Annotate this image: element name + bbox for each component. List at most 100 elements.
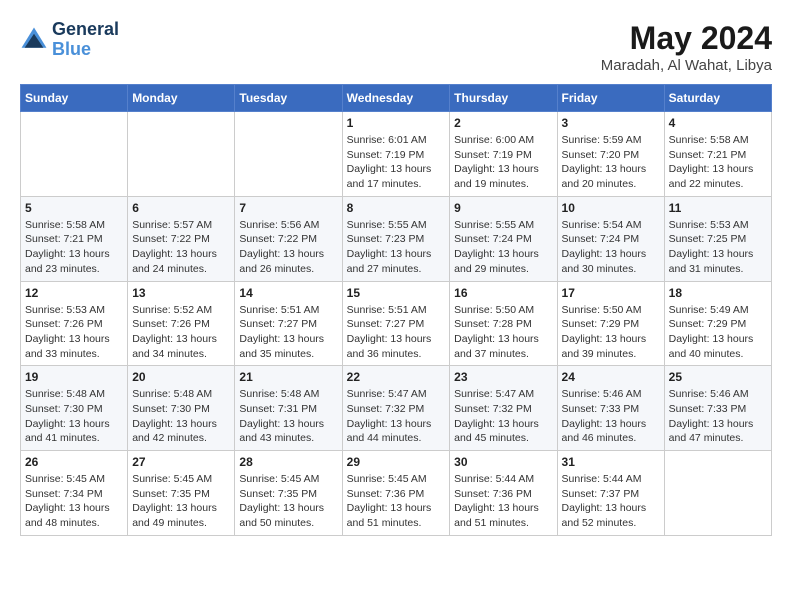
day-number: 22 bbox=[347, 370, 446, 384]
logo-line1: General bbox=[52, 20, 119, 40]
day-info: Sunrise: 5:45 AMSunset: 7:36 PMDaylight:… bbox=[347, 472, 446, 531]
calendar-cell: 6 Sunrise: 5:57 AMSunset: 7:22 PMDaylight… bbox=[128, 196, 235, 281]
day-number: 16 bbox=[454, 286, 552, 300]
day-number: 18 bbox=[669, 286, 767, 300]
calendar-week-row: 19 Sunrise: 5:48 AMSunset: 7:30 PMDayligh… bbox=[21, 366, 772, 451]
calendar-cell: 22 Sunrise: 5:47 AMSunset: 7:32 PMDayligh… bbox=[342, 366, 450, 451]
weekday-header: Sunday bbox=[21, 85, 128, 112]
day-info: Sunrise: 5:51 AMSunset: 7:27 PMDaylight:… bbox=[347, 303, 446, 362]
calendar-cell: 1Sunrise: 6:01 AMSunset: 7:19 PMDaylight… bbox=[342, 112, 450, 197]
calendar-cell bbox=[128, 112, 235, 197]
day-info: Sunrise: 5:53 AMSunset: 7:25 PMDaylight:… bbox=[669, 218, 767, 277]
day-number: 25 bbox=[669, 370, 767, 384]
calendar-cell: 29 Sunrise: 5:45 AMSunset: 7:36 PMDayligh… bbox=[342, 451, 450, 536]
day-number: 7 bbox=[239, 201, 337, 215]
calendar-cell: 13 Sunrise: 5:52 AMSunset: 7:26 PMDayligh… bbox=[128, 281, 235, 366]
day-number: 20 bbox=[132, 370, 230, 384]
day-info: Sunrise: 5:55 AMSunset: 7:24 PMDaylight:… bbox=[454, 218, 552, 277]
calendar-cell: 10 Sunrise: 5:54 AMSunset: 7:24 PMDayligh… bbox=[557, 196, 664, 281]
calendar-cell: 7 Sunrise: 5:56 AMSunset: 7:22 PMDaylight… bbox=[235, 196, 342, 281]
day-info: Sunrise: 6:00 AMSunset: 7:19 PMDaylight:… bbox=[454, 133, 552, 192]
calendar-cell: 16 Sunrise: 5:50 AMSunset: 7:28 PMDayligh… bbox=[450, 281, 557, 366]
day-number: 31 bbox=[562, 455, 660, 469]
day-number: 28 bbox=[239, 455, 337, 469]
calendar-cell: 14Sunrise: 5:51 AMSunset: 7:27 PMDayligh… bbox=[235, 281, 342, 366]
day-info: Sunrise: 5:44 AMSunset: 7:36 PMDaylight:… bbox=[454, 472, 552, 531]
day-number: 11 bbox=[669, 201, 767, 215]
calendar-cell: 8Sunrise: 5:55 AMSunset: 7:23 PMDaylight… bbox=[342, 196, 450, 281]
calendar-cell: 9 Sunrise: 5:55 AMSunset: 7:24 PMDaylight… bbox=[450, 196, 557, 281]
calendar-week-row: 5Sunrise: 5:58 AMSunset: 7:21 PMDaylight… bbox=[21, 196, 772, 281]
calendar-cell: 4Sunrise: 5:58 AMSunset: 7:21 PMDaylight… bbox=[664, 112, 771, 197]
day-number: 6 bbox=[132, 201, 230, 215]
weekday-header: Wednesday bbox=[342, 85, 450, 112]
day-info: Sunrise: 5:50 AMSunset: 7:29 PMDaylight:… bbox=[562, 303, 660, 362]
calendar-week-row: 26 Sunrise: 5:45 AMSunset: 7:34 PMDayligh… bbox=[21, 451, 772, 536]
calendar-cell: 2 Sunrise: 6:00 AMSunset: 7:19 PMDaylight… bbox=[450, 112, 557, 197]
day-number: 4 bbox=[669, 116, 767, 130]
weekday-header: Thursday bbox=[450, 85, 557, 112]
day-number: 21 bbox=[239, 370, 337, 384]
calendar-cell: 20 Sunrise: 5:48 AMSunset: 7:30 PMDayligh… bbox=[128, 366, 235, 451]
day-number: 30 bbox=[454, 455, 552, 469]
day-number: 1 bbox=[347, 116, 446, 130]
day-info: Sunrise: 5:50 AMSunset: 7:28 PMDaylight:… bbox=[454, 303, 552, 362]
day-info: Sunrise: 5:48 AMSunset: 7:30 PMDaylight:… bbox=[25, 387, 123, 446]
weekday-header: Friday bbox=[557, 85, 664, 112]
calendar-week-row: 12Sunrise: 5:53 AMSunset: 7:26 PMDayligh… bbox=[21, 281, 772, 366]
calendar-cell: 25Sunrise: 5:46 AMSunset: 7:33 PMDayligh… bbox=[664, 366, 771, 451]
calendar-cell bbox=[664, 451, 771, 536]
day-number: 19 bbox=[25, 370, 123, 384]
day-info: Sunrise: 5:47 AMSunset: 7:32 PMDaylight:… bbox=[454, 387, 552, 446]
day-info: Sunrise: 5:56 AMSunset: 7:22 PMDaylight:… bbox=[239, 218, 337, 277]
day-info: Sunrise: 5:59 AMSunset: 7:20 PMDaylight:… bbox=[562, 133, 660, 192]
calendar-cell: 15Sunrise: 5:51 AMSunset: 7:27 PMDayligh… bbox=[342, 281, 450, 366]
calendar-cell: 5Sunrise: 5:58 AMSunset: 7:21 PMDaylight… bbox=[21, 196, 128, 281]
calendar-cell: 28 Sunrise: 5:45 AMSunset: 7:35 PMDayligh… bbox=[235, 451, 342, 536]
day-number: 2 bbox=[454, 116, 552, 130]
day-number: 23 bbox=[454, 370, 552, 384]
day-info: Sunrise: 5:48 AMSunset: 7:30 PMDaylight:… bbox=[132, 387, 230, 446]
day-number: 26 bbox=[25, 455, 123, 469]
day-info: Sunrise: 5:52 AMSunset: 7:26 PMDaylight:… bbox=[132, 303, 230, 362]
day-number: 13 bbox=[132, 286, 230, 300]
day-number: 24 bbox=[562, 370, 660, 384]
calendar-cell: 24 Sunrise: 5:46 AMSunset: 7:33 PMDayligh… bbox=[557, 366, 664, 451]
day-number: 9 bbox=[454, 201, 552, 215]
calendar-table: SundayMondayTuesdayWednesdayThursdayFrid… bbox=[20, 84, 772, 536]
calendar-cell: 11 Sunrise: 5:53 AMSunset: 7:25 PMDayligh… bbox=[664, 196, 771, 281]
day-number: 8 bbox=[347, 201, 446, 215]
calendar-cell: 17Sunrise: 5:50 AMSunset: 7:29 PMDayligh… bbox=[557, 281, 664, 366]
day-number: 14 bbox=[239, 286, 337, 300]
day-info: Sunrise: 5:49 AMSunset: 7:29 PMDaylight:… bbox=[669, 303, 767, 362]
calendar-cell: 27 Sunrise: 5:45 AMSunset: 7:35 PMDayligh… bbox=[128, 451, 235, 536]
calendar-cell: 12Sunrise: 5:53 AMSunset: 7:26 PMDayligh… bbox=[21, 281, 128, 366]
day-info: Sunrise: 5:57 AMSunset: 7:22 PMDaylight:… bbox=[132, 218, 230, 277]
calendar-cell: 19 Sunrise: 5:48 AMSunset: 7:30 PMDayligh… bbox=[21, 366, 128, 451]
calendar-cell: 26 Sunrise: 5:45 AMSunset: 7:34 PMDayligh… bbox=[21, 451, 128, 536]
day-info: Sunrise: 5:46 AMSunset: 7:33 PMDaylight:… bbox=[562, 387, 660, 446]
day-number: 5 bbox=[25, 201, 123, 215]
calendar-cell: 3Sunrise: 5:59 AMSunset: 7:20 PMDaylight… bbox=[557, 112, 664, 197]
weekday-header: Monday bbox=[128, 85, 235, 112]
day-info: Sunrise: 5:45 AMSunset: 7:35 PMDaylight:… bbox=[239, 472, 337, 531]
weekday-header: Saturday bbox=[664, 85, 771, 112]
location: Maradah, Al Wahat, Libya bbox=[601, 57, 772, 74]
day-info: Sunrise: 5:45 AMSunset: 7:34 PMDaylight:… bbox=[25, 472, 123, 531]
logo-text: General Blue bbox=[52, 20, 119, 60]
calendar-cell bbox=[21, 112, 128, 197]
calendar-cell: 31Sunrise: 5:44 AMSunset: 7:37 PMDayligh… bbox=[557, 451, 664, 536]
calendar-cell: 18 Sunrise: 5:49 AMSunset: 7:29 PMDayligh… bbox=[664, 281, 771, 366]
day-number: 27 bbox=[132, 455, 230, 469]
logo-line2: Blue bbox=[52, 40, 119, 60]
month-title: May 2024 bbox=[601, 20, 772, 57]
page-header: General Blue May 2024 Maradah, Al Wahat,… bbox=[20, 20, 772, 74]
day-info: Sunrise: 5:47 AMSunset: 7:32 PMDaylight:… bbox=[347, 387, 446, 446]
title-block: May 2024 Maradah, Al Wahat, Libya bbox=[601, 20, 772, 74]
day-info: Sunrise: 5:45 AMSunset: 7:35 PMDaylight:… bbox=[132, 472, 230, 531]
day-info: Sunrise: 5:54 AMSunset: 7:24 PMDaylight:… bbox=[562, 218, 660, 277]
day-number: 29 bbox=[347, 455, 446, 469]
calendar-week-row: 1Sunrise: 6:01 AMSunset: 7:19 PMDaylight… bbox=[21, 112, 772, 197]
day-number: 10 bbox=[562, 201, 660, 215]
logo: General Blue bbox=[20, 20, 119, 60]
